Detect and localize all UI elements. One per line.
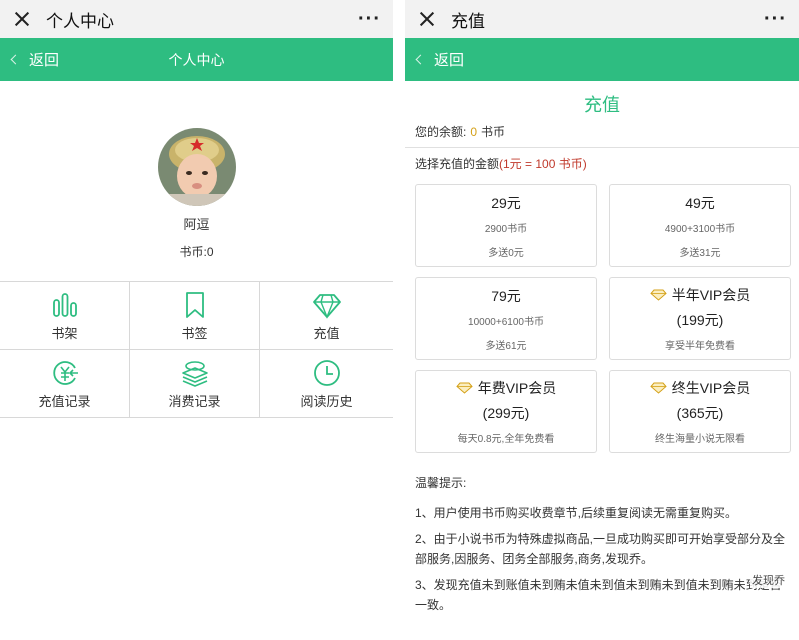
option-bonus: 多送61元: [485, 340, 527, 352]
vip-name: 年费VIP会员: [477, 380, 557, 396]
balance-value: 0: [470, 125, 478, 139]
close-icon[interactable]: [417, 9, 437, 29]
profile-screen: 个人中心 ··· 返回 个人中心 阿逗 书币:0 书架 书签 充值 充值记录 消…: [0, 0, 393, 640]
menu-recharge-record[interactable]: 充值记录: [0, 350, 130, 418]
more-icon[interactable]: ···: [358, 9, 381, 29]
wechat-title-bar: 个人中心 ···: [0, 0, 393, 38]
recharge-record-icon: [52, 360, 78, 385]
menu-label: 充值: [313, 325, 340, 341]
vip-name-row: 年费VIP会员: [455, 378, 557, 398]
wechat-title: 充值: [451, 11, 485, 31]
vip-name: 终生VIP会员: [671, 380, 751, 396]
more-icon[interactable]: ···: [764, 9, 787, 29]
profile-section: 阿逗 书币:0: [0, 81, 393, 281]
balance-row: 您的余额: 0 书币: [405, 123, 799, 141]
menu-label: 消费记录: [168, 393, 221, 409]
tip-item: 1、用户使用书币购买收费章节,后续重复阅读无需重复购买。: [415, 506, 738, 520]
option-price: 79元: [491, 287, 521, 304]
option-half-year-vip[interactable]: 半年VIP会员 (199元) 享受半年免费看: [609, 277, 791, 360]
recharge-options: 29元 2900书币 多送0元 49元 4900+3100书币 多送31元 79…: [405, 173, 799, 453]
option-bonus: 多送0元: [488, 247, 524, 259]
tips-title: 温馨提示:: [415, 476, 467, 490]
vip-price: (365元): [676, 405, 724, 421]
gold-diamond-icon: [649, 382, 667, 394]
bookmark-icon: [185, 291, 204, 318]
balance-label: 您的余额:: [415, 125, 467, 139]
header-bar: 返回 个人中心: [0, 38, 393, 81]
choose-label: 选择充值的金额: [415, 157, 500, 171]
option-lifetime-vip[interactable]: 终生VIP会员 (365元) 终生海量小说无限看: [609, 370, 791, 453]
option-coins: 4900+3100书币: [664, 223, 736, 235]
recharge-screen: 充值 ··· 返回 充值 您的余额: 0 书币 选择充值的金额(1元 = 100 书…: [405, 0, 799, 640]
watermark: 发现乔: [750, 572, 787, 588]
menu-bookmark[interactable]: 书签: [130, 282, 260, 350]
chevron-left-icon: [415, 54, 426, 65]
vip-name-row: 终生VIP会员: [649, 378, 751, 398]
menu-consume-record[interactable]: 消费记录: [130, 350, 260, 418]
wechat-title: 个人中心: [46, 11, 114, 31]
option-79[interactable]: 79元 10000+6100书币 多送61元: [415, 277, 597, 360]
coin-balance: 书币:0: [179, 245, 214, 259]
vip-desc: 终生海量小说无限看: [655, 434, 745, 445]
header-bar: 返回: [405, 38, 799, 81]
option-price: 29元: [491, 194, 521, 211]
menu-reading-history[interactable]: 阅读历史: [260, 350, 393, 418]
bookshelf-icon: [52, 292, 77, 317]
vip-desc: 享受半年免费看: [665, 341, 735, 352]
choose-amount-row: 选择充值的金额(1元 = 100 书币): [405, 155, 799, 173]
option-bonus: 多送31元: [679, 247, 721, 259]
balance-unit: 书币: [481, 125, 506, 139]
back-button[interactable]: 返回: [405, 49, 464, 70]
menu-label: 充值记录: [38, 393, 91, 409]
gold-diamond-icon: [649, 289, 667, 301]
tip-item: 2、由于小说书币为特殊虚拟商品,一旦成功购买即可开始享受部分及全部服务,因服务、…: [415, 532, 786, 566]
avatar[interactable]: [157, 128, 236, 206]
vip-name-row: 半年VIP会员: [649, 285, 751, 305]
close-icon[interactable]: [12, 9, 32, 29]
tips-section: 温馨提示: 1、用户使用书币购买收费章节,后续重复阅读无需重复购买。 2、由于小…: [405, 473, 799, 615]
tip-item: 3、发现充值未到账值未到贿未值未到值未到贿未到值未到贿未到是否一致。: [415, 578, 782, 612]
option-price: 49元: [685, 194, 715, 211]
diamond-icon: [312, 293, 341, 319]
option-29[interactable]: 29元 2900书币 多送0元: [415, 184, 597, 267]
vip-price: (199元): [676, 312, 724, 328]
back-label: 返回: [29, 52, 60, 69]
menu-label: 阅读历史: [300, 393, 353, 409]
menu-grid: 书架 书签 充值 充值记录 消费记录 阅读历史: [0, 281, 393, 418]
vip-price: (299元): [482, 405, 530, 421]
menu-bookshelf[interactable]: 书架: [0, 282, 130, 350]
nickname: 阿逗: [183, 217, 210, 232]
exchange-rate: (1元 = 100 书币): [499, 157, 587, 171]
back-label: 返回: [434, 52, 465, 69]
page-title: 充值: [584, 95, 620, 115]
menu-recharge[interactable]: 充值: [260, 282, 393, 350]
divider: [405, 147, 799, 148]
option-49[interactable]: 49元 4900+3100书币 多送31元: [609, 184, 791, 267]
vip-name: 半年VIP会员: [671, 287, 751, 303]
clock-icon: [313, 359, 340, 386]
vip-desc: 每天0.8元,全年免费看: [457, 434, 555, 445]
back-button[interactable]: 返回: [0, 49, 59, 70]
option-annual-vip[interactable]: 年费VIP会员 (299元) 每天0.8元,全年免费看: [415, 370, 597, 453]
chevron-left-icon: [10, 54, 21, 65]
menu-label: 书架: [51, 325, 78, 341]
wechat-title-bar: 充值 ···: [405, 0, 799, 38]
option-coins: 2900书币: [484, 223, 528, 235]
option-coins: 10000+6100书币: [468, 316, 544, 328]
menu-label: 书签: [181, 325, 208, 341]
gold-diamond-icon: [455, 382, 473, 394]
consume-record-icon: [181, 360, 208, 387]
